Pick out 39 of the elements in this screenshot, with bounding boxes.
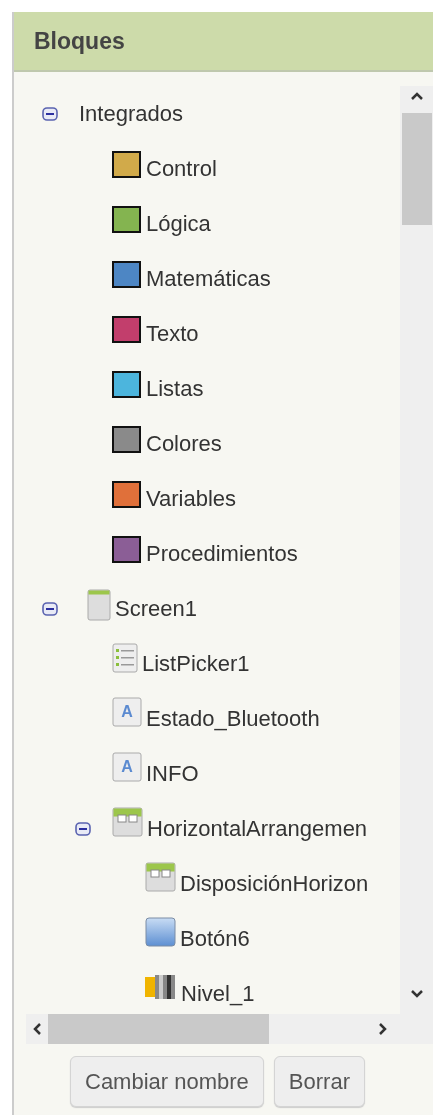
tree-item[interactable]: Variables xyxy=(146,485,237,512)
tree-item[interactable]: Matemáticas xyxy=(146,265,271,292)
list-icon xyxy=(112,643,138,673)
horizontal-scrollbar[interactable] xyxy=(26,1014,433,1044)
tree-item[interactable]: Texto xyxy=(146,320,199,347)
scroll-thumb[interactable] xyxy=(48,1014,269,1044)
tree-item[interactable]: Listas xyxy=(146,375,204,402)
collapse-icon[interactable] xyxy=(42,105,58,122)
tree-item[interactable]: INFO xyxy=(146,760,199,787)
tree-item[interactable]: Colores xyxy=(146,430,222,457)
tree-item[interactable]: Lógica xyxy=(146,210,211,237)
tree-item[interactable]: Nivel_1 xyxy=(181,980,255,1007)
arrangement-icon xyxy=(112,807,143,837)
screen-icon xyxy=(87,589,111,621)
tree-item[interactable]: ListPicker1 xyxy=(142,650,250,677)
scroll-thumb[interactable] xyxy=(401,113,432,225)
tree-item[interactable]: Estado_Bluetooth xyxy=(146,705,320,732)
arrangement-icon xyxy=(145,862,176,892)
tree-item[interactable]: DisposiciónHorizon xyxy=(180,870,369,897)
collapse-icon[interactable] xyxy=(75,820,91,837)
delete-button[interactable]: Borrar xyxy=(273,1056,365,1107)
rename-button[interactable]: Cambiar nombre xyxy=(70,1056,264,1107)
tree-item[interactable]: Control xyxy=(146,155,217,182)
button-icon xyxy=(145,917,176,947)
tree-item[interactable]: HorizontalArrangemen xyxy=(147,815,368,842)
panel-title: Bloques xyxy=(34,27,125,55)
scroll-down-icon[interactable] xyxy=(409,989,424,999)
scroll-right-icon[interactable] xyxy=(378,1022,388,1036)
label-icon: A xyxy=(112,697,142,727)
vertical-scrollbar[interactable] xyxy=(400,86,433,1014)
slider-icon xyxy=(145,974,177,1000)
tree-item[interactable]: Integrados xyxy=(79,100,183,127)
collapse-icon[interactable] xyxy=(42,600,58,617)
tree-item[interactable]: Procedimientos xyxy=(146,540,298,567)
scroll-left-icon[interactable] xyxy=(32,1022,42,1036)
scroll-up-icon[interactable] xyxy=(409,91,424,101)
tree-item[interactable]: Screen1 xyxy=(115,595,197,622)
label-icon: A xyxy=(112,752,142,782)
tree-item[interactable]: Botón6 xyxy=(180,925,250,952)
